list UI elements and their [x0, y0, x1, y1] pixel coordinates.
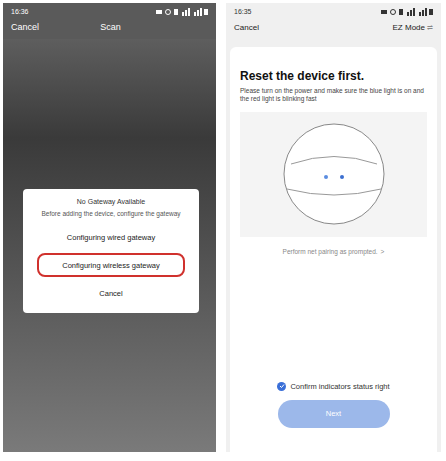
dialog-title: No Gateway Available: [77, 197, 145, 208]
check-icon: [277, 382, 286, 391]
dialog-option[interactable]: Configuring wireless gateway: [37, 253, 185, 277]
status-time: 16:36: [11, 8, 29, 15]
mode-switch[interactable]: EZ Mode⇌: [393, 22, 433, 34]
dialog-message: Before adding the device, configure the …: [41, 210, 180, 218]
cancel-button[interactable]: Cancel: [234, 22, 259, 34]
header: Cancel EZ Mode⇌: [226, 17, 441, 39]
device-illustration: [240, 112, 427, 237]
status-icons: [156, 8, 208, 16]
reset-screen: 16:35 Cancel EZ Mode⇌ Reset the device firs…: [226, 3, 441, 452]
card: Reset the device first. Please turn on th…: [230, 47, 437, 452]
instructions: Please turn on the power and make sure t…: [240, 87, 427, 104]
dialog-option[interactable]: Cancel: [37, 281, 185, 305]
cancel-button[interactable]: Cancel: [11, 21, 39, 35]
dialog-option[interactable]: Configuring wired gateway: [37, 225, 185, 249]
header-title: Scan: [39, 21, 208, 35]
scan-screen: 16:36CancelScanNo Gateway AvailableBefor…: [3, 3, 216, 452]
status-time: 16:35: [234, 8, 252, 15]
confirm-checkbox[interactable]: Confirm indicators status right: [240, 381, 427, 392]
device-icon: [279, 119, 389, 229]
dialog: No Gateway Available Before adding the de…: [23, 189, 199, 313]
next-button[interactable]: Next: [278, 400, 390, 428]
header: CancelScan: [3, 17, 216, 39]
page: 16:36CancelScanNo Gateway AvailableBefor…: [0, 0, 446, 461]
status-bar: 16:36: [3, 3, 216, 17]
switch-icon: ⇌: [427, 23, 433, 34]
card-title: Reset the device first.: [240, 69, 427, 84]
status-icons: [381, 8, 433, 16]
chevron-icon: >: [381, 247, 385, 257]
hint-link[interactable]: Perform net pairing as prompted.>: [240, 247, 427, 257]
status-bar: 16:35: [226, 3, 441, 17]
